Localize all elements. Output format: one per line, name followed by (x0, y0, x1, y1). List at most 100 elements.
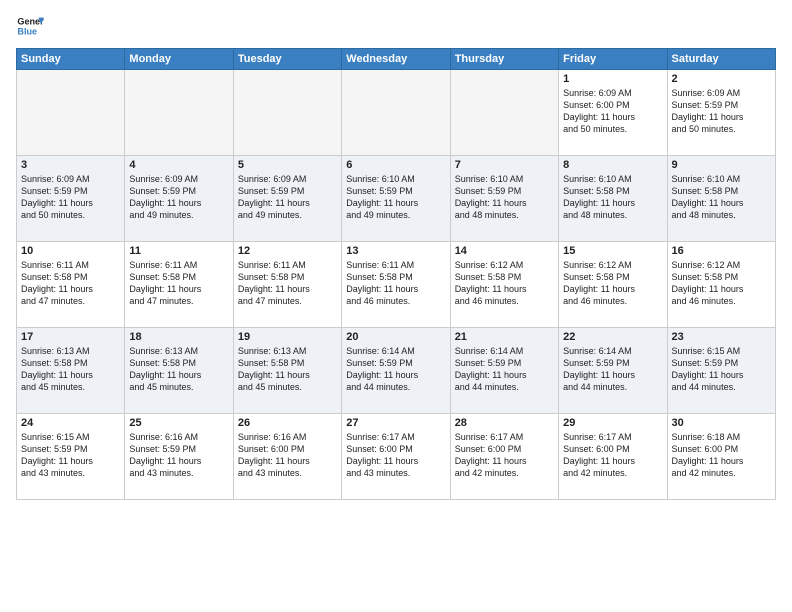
weekday-header: Wednesday (342, 49, 450, 70)
calendar-cell: 10 Sunrise: 6:11 AM Sunset: 5:58 PM Dayli… (17, 242, 125, 328)
calendar-cell: 4 Sunrise: 6:09 AM Sunset: 5:59 PM Daylig… (125, 156, 233, 242)
calendar-cell: 11 Sunrise: 6:11 AM Sunset: 5:58 PM Dayli… (125, 242, 233, 328)
day-number: 5 (238, 159, 337, 171)
calendar-cell: 15Sunrise: 6:12 AM Sunset: 5:58 PM Dayli… (559, 242, 667, 328)
day-info: Sunrise: 6:13 AM Sunset: 5:58 PM Dayligh… (238, 345, 337, 394)
day-number: 9 (672, 159, 771, 171)
calendar-cell: 9 Sunrise: 6:10 AM Sunset: 5:58 PM Daylig… (667, 156, 775, 242)
day-info: Sunrise: 6:10 AM Sunset: 5:58 PM Dayligh… (563, 173, 662, 222)
calendar-cell: 20 Sunrise: 6:14 AM Sunset: 5:59 PM Dayli… (342, 328, 450, 414)
day-number: 3 (21, 159, 120, 171)
day-number: 20 (346, 331, 445, 343)
day-info: Sunrise: 6:09 AM Sunset: 5:59 PM Dayligh… (238, 173, 337, 222)
day-info: Sunrise: 6:14 AM Sunset: 5:59 PM Dayligh… (563, 345, 662, 394)
calendar-cell: 16 Sunrise: 6:12 AM Sunset: 5:58 PM Dayli… (667, 242, 775, 328)
day-info: Sunrise: 6:11 AM Sunset: 5:58 PM Dayligh… (129, 259, 228, 308)
calendar: SundayMondayTuesdayWednesdayThursdayFrid… (16, 48, 776, 500)
day-number: 4 (129, 159, 228, 171)
weekday-header: Tuesday (233, 49, 341, 70)
day-info: Sunrise: 6:14 AM Sunset: 5:59 PM Dayligh… (455, 345, 554, 394)
weekday-header: Thursday (450, 49, 558, 70)
day-number: 30 (672, 417, 771, 429)
calendar-cell: 19 Sunrise: 6:13 AM Sunset: 5:58 PM Dayli… (233, 328, 341, 414)
day-number: 2 (672, 73, 771, 85)
day-number: 29 (563, 417, 662, 429)
day-info: Sunrise: 6:15 AM Sunset: 5:59 PM Dayligh… (672, 345, 771, 394)
day-info: Sunrise: 6:17 AM Sunset: 6:00 PM Dayligh… (346, 431, 445, 480)
weekday-header: Saturday (667, 49, 775, 70)
day-info: Sunrise: 6:10 AM Sunset: 5:58 PM Dayligh… (672, 173, 771, 222)
day-info: Sunrise: 6:14 AM Sunset: 5:59 PM Dayligh… (346, 345, 445, 394)
day-info: Sunrise: 6:11 AM Sunset: 5:58 PM Dayligh… (346, 259, 445, 308)
day-info: Sunrise: 6:16 AM Sunset: 5:59 PM Dayligh… (129, 431, 228, 480)
weekday-header: Monday (125, 49, 233, 70)
day-number: 19 (238, 331, 337, 343)
calendar-cell: 7 Sunrise: 6:10 AM Sunset: 5:59 PM Daylig… (450, 156, 558, 242)
calendar-cell (17, 70, 125, 156)
calendar-cell: 14 Sunrise: 6:12 AM Sunset: 5:58 PM Dayli… (450, 242, 558, 328)
calendar-cell: 28 Sunrise: 6:17 AM Sunset: 6:00 PM Dayli… (450, 414, 558, 500)
day-info: Sunrise: 6:09 AM Sunset: 5:59 PM Dayligh… (21, 173, 120, 222)
day-info: Sunrise: 6:18 AM Sunset: 6:00 PM Dayligh… (672, 431, 771, 480)
calendar-cell (125, 70, 233, 156)
svg-text:Blue: Blue (17, 26, 37, 36)
calendar-cell: 5 Sunrise: 6:09 AM Sunset: 5:59 PM Daylig… (233, 156, 341, 242)
day-number: 26 (238, 417, 337, 429)
calendar-cell (233, 70, 341, 156)
day-number: 13 (346, 245, 445, 257)
day-info: Sunrise: 6:17 AM Sunset: 6:00 PM Dayligh… (455, 431, 554, 480)
header: General Blue (16, 12, 776, 40)
calendar-cell (342, 70, 450, 156)
day-number: 12 (238, 245, 337, 257)
calendar-cell: 2 Sunrise: 6:09 AM Sunset: 5:59 PM Daylig… (667, 70, 775, 156)
day-info: Sunrise: 6:11 AM Sunset: 5:58 PM Dayligh… (238, 259, 337, 308)
day-info: Sunrise: 6:13 AM Sunset: 5:58 PM Dayligh… (21, 345, 120, 394)
day-number: 16 (672, 245, 771, 257)
calendar-cell: 30 Sunrise: 6:18 AM Sunset: 6:00 PM Dayli… (667, 414, 775, 500)
day-info: Sunrise: 6:16 AM Sunset: 6:00 PM Dayligh… (238, 431, 337, 480)
calendar-cell: 6 Sunrise: 6:10 AM Sunset: 5:59 PM Daylig… (342, 156, 450, 242)
day-number: 11 (129, 245, 228, 257)
day-info: Sunrise: 6:10 AM Sunset: 5:59 PM Dayligh… (455, 173, 554, 222)
day-number: 14 (455, 245, 554, 257)
day-info: Sunrise: 6:17 AM Sunset: 6:00 PM Dayligh… (563, 431, 662, 480)
day-info: Sunrise: 6:13 AM Sunset: 5:58 PM Dayligh… (129, 345, 228, 394)
day-number: 28 (455, 417, 554, 429)
calendar-cell: 18 Sunrise: 6:13 AM Sunset: 5:58 PM Dayli… (125, 328, 233, 414)
day-number: 22 (563, 331, 662, 343)
logo-icon: General Blue (16, 12, 44, 40)
day-info: Sunrise: 6:15 AM Sunset: 5:59 PM Dayligh… (21, 431, 120, 480)
calendar-cell: 17 Sunrise: 6:13 AM Sunset: 5:58 PM Dayli… (17, 328, 125, 414)
day-number: 10 (21, 245, 120, 257)
day-info: Sunrise: 6:09 AM Sunset: 5:59 PM Dayligh… (672, 87, 771, 136)
calendar-cell: 12 Sunrise: 6:11 AM Sunset: 5:58 PM Dayli… (233, 242, 341, 328)
calendar-cell: 24 Sunrise: 6:15 AM Sunset: 5:59 PM Dayli… (17, 414, 125, 500)
day-number: 1 (563, 73, 662, 85)
day-number: 27 (346, 417, 445, 429)
day-number: 25 (129, 417, 228, 429)
day-number: 18 (129, 331, 228, 343)
calendar-cell: 8 Sunrise: 6:10 AM Sunset: 5:58 PM Daylig… (559, 156, 667, 242)
day-info: Sunrise: 6:09 AM Sunset: 5:59 PM Dayligh… (129, 173, 228, 222)
day-number: 7 (455, 159, 554, 171)
day-number: 17 (21, 331, 120, 343)
logo: General Blue (16, 12, 44, 40)
day-number: 15 (563, 245, 662, 257)
calendar-cell: 13 Sunrise: 6:11 AM Sunset: 5:58 PM Dayli… (342, 242, 450, 328)
calendar-cell: 22 Sunrise: 6:14 AM Sunset: 5:59 PM Dayli… (559, 328, 667, 414)
day-number: 8 (563, 159, 662, 171)
weekday-header: Sunday (17, 49, 125, 70)
day-number: 23 (672, 331, 771, 343)
day-number: 6 (346, 159, 445, 171)
day-info: Sunrise: 6:11 AM Sunset: 5:58 PM Dayligh… (21, 259, 120, 308)
day-info: Sunrise: 6:12 AM Sunset: 5:58 PM Dayligh… (455, 259, 554, 308)
calendar-cell: 23 Sunrise: 6:15 AM Sunset: 5:59 PM Dayli… (667, 328, 775, 414)
day-info: Sunrise: 6:12 AM Sunset: 5:58 PM Dayligh… (672, 259, 771, 308)
calendar-cell: 3 Sunrise: 6:09 AM Sunset: 5:59 PM Daylig… (17, 156, 125, 242)
calendar-cell (450, 70, 558, 156)
weekday-header: Friday (559, 49, 667, 70)
day-info: Sunrise: 6:10 AM Sunset: 5:59 PM Dayligh… (346, 173, 445, 222)
day-number: 24 (21, 417, 120, 429)
calendar-cell: 29 Sunrise: 6:17 AM Sunset: 6:00 PM Dayli… (559, 414, 667, 500)
day-number: 21 (455, 331, 554, 343)
